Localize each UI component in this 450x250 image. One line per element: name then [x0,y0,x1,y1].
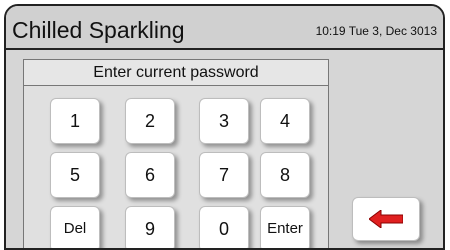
title-bar: Chilled Sparkling 10:19 Tue 3, Dec 3013 [6,6,443,50]
key-7[interactable]: 7 [199,152,249,198]
enter-key[interactable]: Enter [260,206,310,248]
window-frame: Chilled Sparkling 10:19 Tue 3, Dec 3013 … [4,4,445,250]
screen-title: Chilled Sparkling [12,17,185,43]
key-0[interactable]: 0 [199,206,249,248]
key-4[interactable]: 4 [260,98,310,144]
key-8[interactable]: 8 [260,152,310,198]
key-9[interactable]: 9 [125,206,175,248]
key-3[interactable]: 3 [199,98,249,144]
key-1[interactable]: 1 [50,98,100,144]
date-time: 10:19 Tue 3, Dec 3013 [315,24,437,38]
content-area: Enter current password 1 2 3 4 5 6 7 8 D… [6,50,443,248]
key-5[interactable]: 5 [50,152,100,198]
left-arrow-icon [369,210,403,228]
password-keypad-panel: Enter current password 1 2 3 4 5 6 7 8 D… [23,59,329,248]
back-button[interactable] [352,197,420,241]
password-prompt: Enter current password [24,60,328,86]
key-2[interactable]: 2 [125,98,175,144]
delete-key[interactable]: Del [50,206,100,248]
key-6[interactable]: 6 [125,152,175,198]
